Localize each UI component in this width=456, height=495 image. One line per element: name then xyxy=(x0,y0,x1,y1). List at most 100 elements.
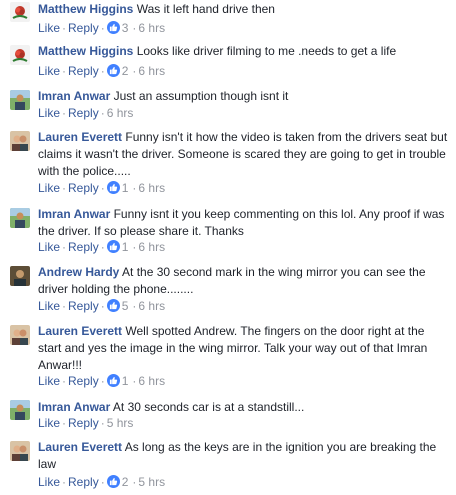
comment-author[interactable]: Imran Anwar xyxy=(38,400,110,414)
avatar[interactable] xyxy=(10,90,30,110)
separator-dot: · xyxy=(62,181,67,195)
reply-link[interactable]: Reply xyxy=(68,240,99,254)
like-link[interactable]: Like xyxy=(38,240,60,254)
person-dark-icon xyxy=(10,266,30,286)
comment-body: Matthew Higgins Looks like driver filmin… xyxy=(38,43,450,60)
separator-dot: · xyxy=(132,475,137,489)
thumbs-up-icon[interactable] xyxy=(106,240,120,253)
separator-dot: · xyxy=(132,181,137,195)
thumbs-up-icon[interactable] xyxy=(106,181,120,194)
reply-link[interactable]: Reply xyxy=(68,299,99,313)
thumbs-up-icon[interactable] xyxy=(106,21,120,34)
thumbs-up-icon[interactable] xyxy=(106,475,120,488)
comment-author[interactable]: Andrew Hardy xyxy=(38,265,119,279)
avatar[interactable] xyxy=(10,45,30,65)
thumbs-up-icon[interactable] xyxy=(106,374,120,387)
comment-timestamp[interactable]: 6 hrs xyxy=(138,299,165,313)
like-count[interactable]: 2 xyxy=(122,475,129,489)
comment-author[interactable]: Lauren Everett xyxy=(38,130,122,144)
separator-dot: · xyxy=(62,374,67,388)
separator-dot: · xyxy=(62,240,67,254)
like-link[interactable]: Like xyxy=(38,181,60,195)
comment-body: Matthew Higgins Was it left hand drive t… xyxy=(38,1,450,18)
separator-dot: · xyxy=(62,106,67,120)
comment-timestamp[interactable]: 6 hrs xyxy=(138,21,165,35)
thumbs-up-icon[interactable] xyxy=(106,299,120,312)
comment-timestamp[interactable]: 6 hrs xyxy=(138,374,165,388)
like-count[interactable]: 1 xyxy=(122,240,129,254)
comment-timestamp[interactable]: 6 hrs xyxy=(107,106,134,120)
comment-text: Was it left hand drive then xyxy=(136,2,275,16)
reply-link[interactable]: Reply xyxy=(68,374,99,388)
comment-timestamp[interactable]: 6 hrs xyxy=(138,240,165,254)
comment-author[interactable]: Matthew Higgins xyxy=(38,44,133,58)
comment-timestamp[interactable]: 5 hrs xyxy=(107,416,134,430)
comment-actions: Like · Reply · 3 · 6 hrs xyxy=(38,20,165,36)
like-link[interactable]: Like xyxy=(38,21,60,35)
separator-dot: · xyxy=(100,416,105,430)
comment-author[interactable]: Lauren Everett xyxy=(38,440,122,454)
separator-dot: · xyxy=(62,299,67,313)
avatar[interactable] xyxy=(10,208,30,228)
avatar[interactable] xyxy=(10,266,30,286)
separator-dot: · xyxy=(62,475,67,489)
comment-actions: Like · Reply · 1 · 6 hrs xyxy=(38,180,165,196)
comment-actions: Like · Reply · 1 · 6 hrs xyxy=(38,373,165,389)
person-outdoor-icon xyxy=(10,90,30,110)
separator-dot: · xyxy=(100,106,105,120)
comment-actions: Like · Reply · 6 hrs xyxy=(38,105,133,121)
thumbs-up-icon[interactable] xyxy=(106,64,120,77)
like-link[interactable]: Like xyxy=(38,416,60,430)
comment-body: Imran Anwar Just an assumption though is… xyxy=(38,88,450,105)
avatar[interactable] xyxy=(10,441,30,461)
comment-timestamp[interactable]: 5 hrs xyxy=(138,475,165,489)
separator-dot: · xyxy=(100,299,105,313)
like-count[interactable]: 1 xyxy=(122,181,129,195)
reply-link[interactable]: Reply xyxy=(68,181,99,195)
like-count[interactable]: 2 xyxy=(122,64,129,78)
comment-author[interactable]: Lauren Everett xyxy=(38,324,122,338)
comment-author[interactable]: Imran Anwar xyxy=(38,207,110,221)
comment-body: Lauren Everett Funny isn't it how the vi… xyxy=(38,129,450,180)
comment-body: Lauren Everett As long as the keys are i… xyxy=(38,439,450,473)
avatar[interactable] xyxy=(10,325,30,345)
avatar[interactable] xyxy=(10,2,30,22)
comment-author[interactable]: Imran Anwar xyxy=(38,89,110,103)
reply-link[interactable]: Reply xyxy=(68,416,99,430)
reply-link[interactable]: Reply xyxy=(68,106,99,120)
rose-icon xyxy=(10,45,30,65)
reply-link[interactable]: Reply xyxy=(68,64,99,78)
like-link[interactable]: Like xyxy=(38,374,60,388)
comment-timestamp[interactable]: 6 hrs xyxy=(138,181,165,195)
separator-dot: · xyxy=(100,374,105,388)
comment-actions: Like · Reply · 5 · 6 hrs xyxy=(38,298,165,314)
comment-actions: Like · Reply · 5 hrs xyxy=(38,415,133,431)
separator-dot: · xyxy=(62,21,67,35)
separator-dot: · xyxy=(100,21,105,35)
comment-actions: Like · Reply · 1 · 6 hrs xyxy=(38,239,165,255)
reply-link[interactable]: Reply xyxy=(68,21,99,35)
like-link[interactable]: Like xyxy=(38,299,60,313)
person-outdoor-icon xyxy=(10,400,30,420)
separator-dot: · xyxy=(132,299,137,313)
separator-dot: · xyxy=(132,374,137,388)
separator-dot: · xyxy=(132,240,137,254)
person-outdoor-icon xyxy=(10,208,30,228)
avatar[interactable] xyxy=(10,400,30,420)
like-count[interactable]: 1 xyxy=(122,374,129,388)
like-link[interactable]: Like xyxy=(38,64,60,78)
comment-actions: Like · Reply · 2 · 5 hrs xyxy=(38,474,165,490)
separator-dot: · xyxy=(62,416,67,430)
comment-body: Imran Anwar Funny isnt it you keep comme… xyxy=(38,206,450,240)
comment-author[interactable]: Matthew Higgins xyxy=(38,2,133,16)
like-link[interactable]: Like xyxy=(38,475,60,489)
comment-text: Looks like driver filming to me .needs t… xyxy=(136,44,397,58)
like-link[interactable]: Like xyxy=(38,106,60,120)
comment-text: At 30 seconds car is at a standstill... xyxy=(112,400,305,414)
avatar[interactable] xyxy=(10,131,30,151)
reply-link[interactable]: Reply xyxy=(68,475,99,489)
like-count[interactable]: 5 xyxy=(122,299,129,313)
like-count[interactable]: 3 xyxy=(122,21,129,35)
comment-timestamp[interactable]: 6 hrs xyxy=(138,64,165,78)
separator-dot: · xyxy=(100,475,105,489)
